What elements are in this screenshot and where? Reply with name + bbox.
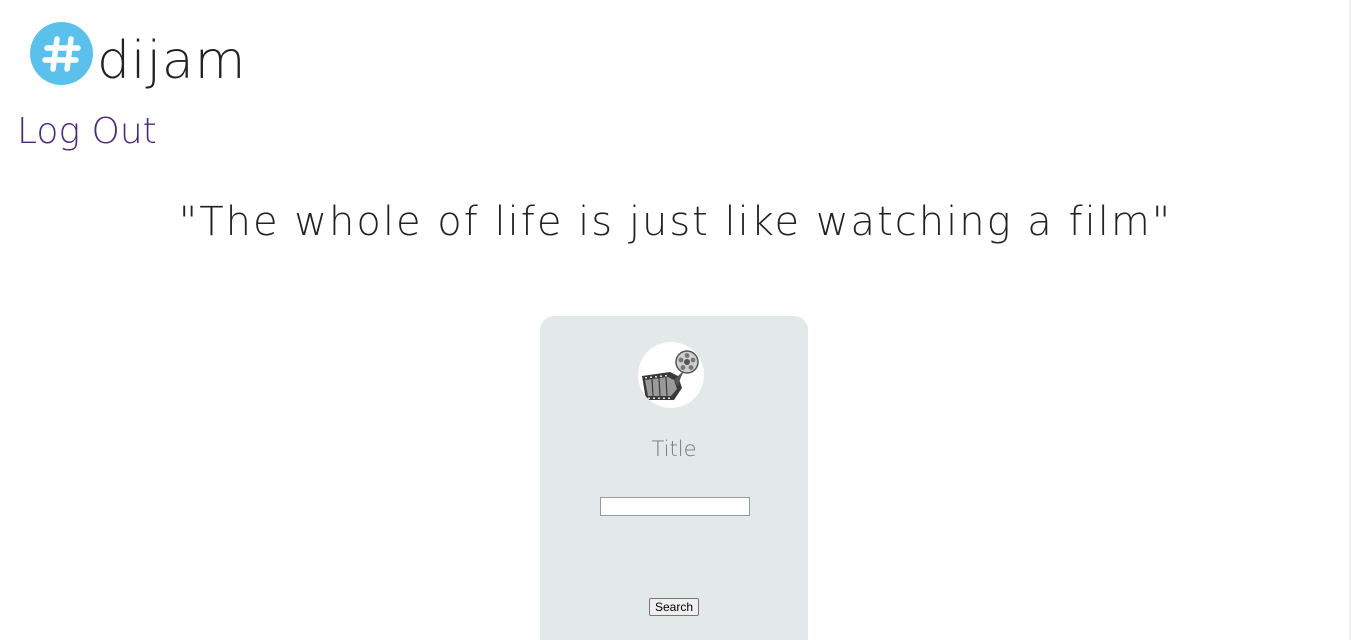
site-logo[interactable]: dijam bbox=[30, 22, 246, 87]
search-card: Title Search bbox=[540, 316, 808, 640]
film-reel-icon bbox=[638, 342, 704, 408]
search-button[interactable]: Search bbox=[649, 598, 700, 616]
title-label: Title bbox=[651, 437, 697, 461]
page: dijam Log Out "The whole of life is just… bbox=[0, 0, 1351, 640]
logo-text: dijam bbox=[97, 31, 247, 91]
hashtag-icon bbox=[30, 22, 93, 85]
hero-quote: "The whole of life is just like watching… bbox=[178, 199, 1173, 245]
logout-link[interactable]: Log Out bbox=[17, 112, 157, 152]
title-input[interactable] bbox=[600, 497, 750, 516]
